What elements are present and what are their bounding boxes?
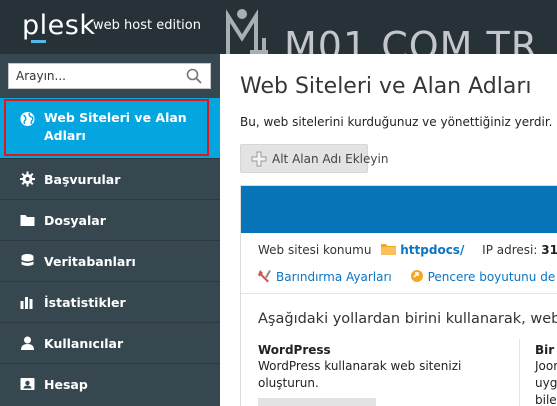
main-content: Web Siteleri ve Alan Adları Bu, web site… [220, 54, 557, 406]
gear-icon [20, 171, 35, 187]
second-option-line: bile [535, 393, 557, 406]
hosting-settings-label: Barındırma Ayarları [276, 270, 392, 284]
sidebar: Web Siteleri ve Alan Adları Başvurular D… [0, 54, 220, 406]
panel-actions-row: Barındırma Ayarları Pencere boyutunu de [258, 269, 555, 284]
add-subdomain-label: Alt Alan Adı Ekleyin [272, 152, 389, 166]
database-icon [21, 254, 34, 266]
domain-panel: Web sitesi konumu httpdocs/ IP adresi: 3… [240, 185, 557, 406]
location-label: Web sitesi konumu [258, 243, 372, 257]
preview-arrow-icon [410, 270, 423, 282]
sidebar-item-websites[interactable]: Web Siteleri ve Alan Adları [0, 98, 220, 158]
open-in-window-label: Pencere boyutunu de [427, 270, 556, 284]
sidebar-item-label: İstatistikler [44, 294, 126, 310]
sidebar-item-label: Kullanıcılar [44, 335, 124, 351]
search-icon[interactable] [186, 68, 202, 84]
wordpress-description: WordPress kullanarak web sitenizi oluştu… [258, 359, 462, 390]
column-separator [519, 339, 520, 406]
bar-chart-icon [20, 297, 33, 309]
sidebar-item-statistics[interactable]: İstatistikler [0, 281, 220, 322]
folder-icon [20, 215, 35, 226]
page-title: Web Siteleri ve Alan Adları [240, 74, 532, 99]
globe-icon [20, 112, 35, 126]
sidebar-item-label: Dosyalar [44, 212, 106, 228]
top-bar: plesk web host edition [0, 0, 557, 54]
wrench-icon [258, 270, 271, 283]
panel-intro-text: Aşağıdaki yollardan birini kullanarak, w… [258, 311, 557, 327]
account-card-icon [20, 378, 35, 390]
install-wordpress-button[interactable] [258, 398, 376, 406]
panel-divider [241, 293, 557, 294]
sidebar-item-label: Veritabanları [44, 253, 136, 269]
second-option-description: Joom uyg bile [535, 358, 557, 406]
hosting-settings-link[interactable]: Barındırma Ayarları [258, 270, 396, 284]
add-subdomain-button[interactable]: Alt Alan Adı Ekleyin [240, 144, 388, 173]
folder-icon [381, 244, 397, 255]
httpdocs-link[interactable]: httpdocs/ [400, 243, 464, 257]
edition-label: web host edition [93, 18, 201, 33]
ip-label: IP adresi: [482, 243, 538, 257]
second-option-line: uyg [535, 376, 557, 390]
logo-accent [31, 40, 46, 43]
open-in-window-link[interactable]: Pencere boyutunu de [410, 270, 556, 284]
page-description: Bu, web sitelerini kurduğunuz ve yönetti… [240, 115, 553, 129]
user-icon [21, 336, 34, 350]
sidebar-item-label: Web Siteleri ve Alan Adları [44, 110, 187, 143]
sidebar-item-label: Başvurular [44, 171, 121, 187]
search-input[interactable] [9, 64, 179, 88]
second-option-line: Joom [535, 359, 557, 373]
plesk-logo[interactable]: plesk [22, 10, 95, 42]
wordpress-title: WordPress [258, 343, 331, 357]
sidebar-item-files[interactable]: Dosyalar [0, 199, 220, 240]
sidebar-item-account[interactable]: Hesap [0, 363, 220, 404]
second-option-title: Bir [535, 343, 555, 357]
sidebar-item-label: Hesap [44, 376, 88, 392]
sidebar-item-databases[interactable]: Veritabanları [0, 240, 220, 281]
domain-panel-header [241, 186, 557, 233]
ip-value: 31.1 [541, 243, 557, 257]
sidebar-item-applications[interactable]: Başvurular [0, 158, 220, 199]
search-box [8, 63, 211, 89]
sidebar-item-users[interactable]: Kullanıcılar [0, 322, 220, 363]
website-location-row: Web sitesi konumu httpdocs/ IP adresi: 3… [258, 243, 557, 257]
plus-icon [251, 151, 267, 167]
